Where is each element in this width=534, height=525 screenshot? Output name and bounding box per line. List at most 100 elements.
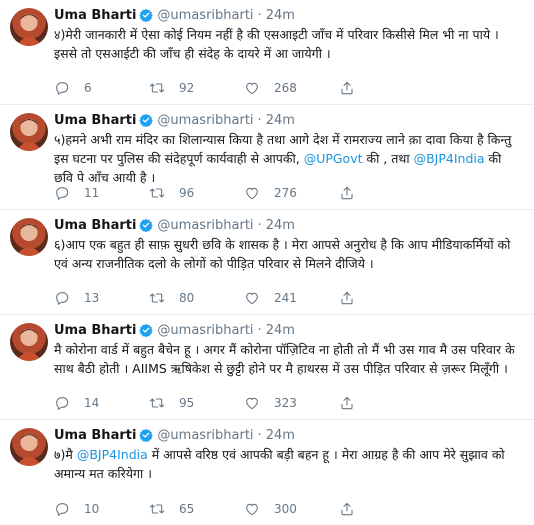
reply-count: 10 <box>84 502 100 516</box>
author-handle[interactable]: @umasribharti <box>157 8 253 23</box>
tweet[interactable]: Uma Bharti @umasribharti · 24m ६)आप एक ब… <box>0 210 534 315</box>
tweet[interactable]: Uma Bharti @umasribharti · 24m मै कोरोना… <box>0 315 534 420</box>
tweet-actions: 10 65 300 <box>54 501 369 517</box>
author-name[interactable]: Uma Bharti <box>54 323 136 338</box>
heart-icon <box>246 503 258 516</box>
tweet[interactable]: Uma Bharti @umasribharti · 24m ७)मै @BJP… <box>0 420 534 525</box>
heart-icon <box>246 187 258 200</box>
mention-link[interactable]: @BJP4India <box>414 151 485 166</box>
retweet-button[interactable]: 96 <box>149 185 244 201</box>
tweet-timestamp[interactable]: 24m <box>266 428 295 443</box>
tweet-text: ४)मेरी जानकारी में ऐसा कोई नियम नहीं है … <box>54 25 524 83</box>
retweet-icon <box>149 188 165 198</box>
author-handle[interactable]: @umasribharti <box>157 218 253 233</box>
like-button[interactable]: 276 <box>244 185 339 201</box>
tweet-feed: Uma Bharti @umasribharti · 24m ४)मेरी जा… <box>0 0 534 525</box>
like-button[interactable]: 241 <box>244 290 339 306</box>
like-count: 276 <box>274 186 297 200</box>
reply-count: 6 <box>84 81 92 95</box>
reply-button[interactable]: 6 <box>54 80 149 96</box>
avatar[interactable] <box>10 8 48 46</box>
share-icon <box>341 291 353 305</box>
verified-badge-icon <box>139 428 154 442</box>
share-button[interactable] <box>339 290 369 306</box>
tweet[interactable]: Uma Bharti @umasribharti · 24m ५)हमने अभ… <box>0 105 534 210</box>
tweet-text: ७)मै @BJP4India में आपसे वरिष्ठ एवं आपकी… <box>54 445 524 503</box>
separator-dot: · <box>257 217 262 233</box>
like-button[interactable]: 300 <box>244 501 339 517</box>
heart-icon <box>246 82 258 95</box>
author-handle[interactable]: @umasribharti <box>157 428 253 443</box>
tweet[interactable]: Uma Bharti @umasribharti · 24m ४)मेरी जा… <box>0 0 534 105</box>
tweet-text: ५)हमने अभी राम मंदिर का शिलान्यास किया ह… <box>54 130 524 188</box>
reply-count: 13 <box>84 291 100 305</box>
retweet-button[interactable]: 95 <box>149 395 244 411</box>
share-button[interactable] <box>339 80 369 96</box>
tweet-text: ६)आप एक बहुत ही साफ़ सुधरी छवि के शासक ह… <box>54 235 524 293</box>
retweet-count: 96 <box>179 186 195 200</box>
tweet-timestamp[interactable]: 24m <box>266 113 295 128</box>
reply-button[interactable]: 14 <box>54 395 149 411</box>
tweet-timestamp[interactable]: 24m <box>266 323 295 338</box>
avatar[interactable] <box>10 323 48 361</box>
share-icon <box>341 186 353 200</box>
share-button[interactable] <box>339 395 369 411</box>
tweet-actions: 13 80 241 <box>54 290 369 306</box>
like-count: 268 <box>274 81 297 95</box>
avatar[interactable] <box>10 428 48 466</box>
retweet-icon <box>149 398 165 408</box>
tweet-text: मै कोरोना वार्ड में बहुत बैचेन हू । अगर … <box>54 340 524 398</box>
retweet-count: 65 <box>179 502 195 516</box>
avatar[interactable] <box>10 218 48 256</box>
author-name[interactable]: Uma Bharti <box>54 113 136 128</box>
tweet-text-segment: की , तथा <box>362 151 414 166</box>
author-handle[interactable]: @umasribharti <box>157 323 253 338</box>
retweet-button[interactable]: 92 <box>149 80 244 96</box>
reply-button[interactable]: 13 <box>54 290 149 306</box>
tweet-header: Uma Bharti @umasribharti · 24m <box>54 216 524 234</box>
avatar[interactable] <box>10 113 48 151</box>
tweet-timestamp[interactable]: 24m <box>266 218 295 233</box>
retweet-button[interactable]: 80 <box>149 290 244 306</box>
tweet-text-segment: ६)आप एक बहुत ही साफ़ सुधरी छवि के शासक ह… <box>54 237 515 271</box>
heart-icon <box>246 397 258 410</box>
author-name[interactable]: Uma Bharti <box>54 218 136 233</box>
like-count: 300 <box>274 502 297 516</box>
tweet-actions: 11 96 276 <box>54 185 369 201</box>
verified-badge-icon <box>139 113 154 127</box>
tweet-text-segment: ७)मै <box>54 447 77 462</box>
tweet-header: Uma Bharti @umasribharti · 24m <box>54 6 524 24</box>
separator-dot: · <box>257 7 262 23</box>
tweet-header: Uma Bharti @umasribharti · 24m <box>54 111 524 129</box>
like-count: 241 <box>274 291 297 305</box>
reply-button[interactable]: 10 <box>54 501 149 517</box>
retweet-count: 95 <box>179 396 195 410</box>
share-icon <box>341 81 353 95</box>
mention-link[interactable]: @UPGovt <box>304 151 363 166</box>
share-button[interactable] <box>339 501 369 517</box>
tweet-header: Uma Bharti @umasribharti · 24m <box>54 426 524 444</box>
retweet-count: 80 <box>179 291 195 305</box>
author-name[interactable]: Uma Bharti <box>54 428 136 443</box>
tweet-timestamp[interactable]: 24m <box>266 8 295 23</box>
verified-badge-icon <box>139 8 154 22</box>
author-handle[interactable]: @umasribharti <box>157 113 253 128</box>
like-button[interactable]: 323 <box>244 395 339 411</box>
retweet-icon <box>149 83 165 93</box>
share-icon <box>341 396 353 410</box>
tweet-text-segment: मै कोरोना वार्ड में बहुत बैचेन हू । अगर … <box>54 342 519 376</box>
like-count: 323 <box>274 396 297 410</box>
reply-button[interactable]: 11 <box>54 185 149 201</box>
reply-icon <box>56 397 69 410</box>
retweet-icon <box>149 293 165 303</box>
author-name[interactable]: Uma Bharti <box>54 8 136 23</box>
tweet-text-segment: ४)मेरी जानकारी में ऐसा कोई नियम नहीं है … <box>54 27 503 61</box>
retweet-count: 92 <box>179 81 195 95</box>
like-button[interactable]: 268 <box>244 80 339 96</box>
separator-dot: · <box>257 427 262 443</box>
heart-icon <box>246 292 258 305</box>
reply-icon <box>56 503 69 516</box>
share-button[interactable] <box>339 185 369 201</box>
mention-link[interactable]: @BJP4India <box>77 447 148 462</box>
retweet-button[interactable]: 65 <box>149 501 244 517</box>
